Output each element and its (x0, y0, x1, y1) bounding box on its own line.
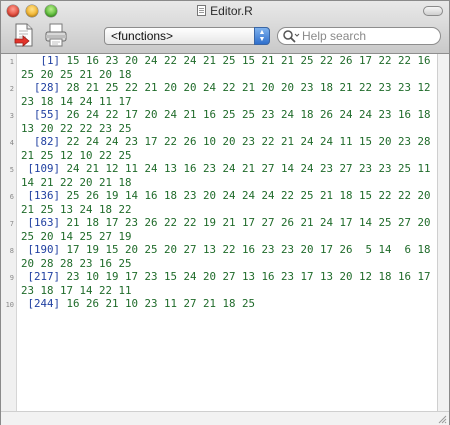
vector-values: 23 18 14 24 11 17 (21, 94, 132, 108)
window-title: Editor.R (1, 4, 449, 18)
vector-index: [163] (21, 216, 61, 229)
line-number: 10 (5, 301, 14, 309)
help-search-placeholder: Help search (302, 29, 367, 43)
vector-values: 21 25 12 10 22 25 (21, 148, 132, 162)
vector-values: 23 18 17 14 22 11 (21, 283, 132, 297)
vector-values: 26 24 22 17 20 24 21 16 25 25 23 24 18 2… (66, 108, 435, 121)
vector-values: 23 10 19 17 23 15 24 20 27 13 16 23 17 1… (66, 270, 435, 283)
vector-values: 14 21 22 20 21 18 (21, 175, 132, 189)
code-line: [28] 28 21 25 22 21 20 20 24 22 21 20 20… (21, 81, 435, 95)
print-button[interactable] (43, 21, 69, 49)
printer-icon (45, 23, 67, 47)
vector-index: [136] (21, 189, 61, 202)
vector-values: 16 26 21 10 23 11 27 21 18 25 (66, 297, 256, 310)
status-bar (1, 411, 449, 425)
editor-window: Editor.R <functions> ▲ ▼ Help search 1 2… (0, 0, 450, 425)
source-script-button[interactable] (11, 21, 37, 49)
code-line-continuation: 21 25 13 24 18 22 (21, 203, 435, 217)
vector-values: 15 16 23 20 24 22 24 21 25 15 21 21 25 2… (66, 54, 435, 67)
vector-index: [244] (21, 297, 61, 310)
vector-index: [82] (21, 135, 61, 148)
search-icon (283, 30, 300, 43)
line-number: 3 (9, 112, 14, 120)
code-text[interactable]: [1] 15 16 23 20 24 22 24 21 25 15 21 21 … (21, 54, 435, 311)
source-script-icon (14, 23, 33, 47)
line-number: 8 (9, 247, 14, 255)
code-line-continuation: 23 18 14 24 11 17 (21, 95, 435, 109)
code-line: [163] 21 18 17 23 26 22 22 19 21 17 27 2… (21, 216, 435, 230)
vector-values: 21 25 13 24 18 22 (21, 202, 132, 216)
code-line: [217] 23 10 19 17 23 15 24 20 27 13 16 2… (21, 270, 435, 284)
select-stepper-icon: ▲ ▼ (254, 27, 270, 45)
line-number-gutter: 1 2 3 4 5 6 7 8 9 10 (1, 54, 17, 411)
vector-index: [190] (21, 243, 61, 256)
code-line: [82] 22 24 24 23 17 22 26 10 20 23 22 21… (21, 135, 435, 149)
code-line: [55] 26 24 22 17 20 24 21 16 25 25 23 24… (21, 108, 435, 122)
vector-index: [217] (21, 270, 61, 283)
line-number: 1 (9, 58, 14, 66)
resize-grip-icon[interactable] (437, 414, 447, 424)
line-number: 2 (9, 85, 14, 93)
code-line-continuation: 21 25 12 10 22 25 (21, 149, 435, 163)
vector-values: 25 20 14 25 27 19 (21, 229, 132, 243)
vector-values: 24 21 12 11 24 13 16 23 24 21 27 14 24 2… (66, 162, 435, 175)
line-number: 6 (9, 193, 14, 201)
line-number: 9 (9, 274, 14, 282)
window-title-text: Editor.R (210, 4, 253, 18)
code-line: [1] 15 16 23 20 24 22 24 21 25 15 21 21 … (21, 54, 435, 68)
document-icon (197, 5, 207, 16)
vector-values: 28 21 25 22 21 20 20 24 22 21 20 20 23 1… (66, 81, 435, 94)
vector-values: 21 18 17 23 26 22 22 19 21 17 27 26 21 2… (66, 216, 435, 229)
window-toolbar: Editor.R <functions> ▲ ▼ Help search (1, 1, 449, 54)
editor-area[interactable]: 1 2 3 4 5 6 7 8 9 10 [1] 15 16 23 20 24 22 24 21 … (1, 54, 437, 411)
code-line-continuation: 25 20 25 21 20 18 (21, 68, 435, 82)
line-number: 5 (9, 166, 14, 174)
vector-index: [1] (21, 54, 61, 67)
line-number: 4 (9, 139, 14, 147)
vector-index: [109] (21, 162, 61, 175)
vector-index: [55] (21, 108, 61, 121)
vector-values: 20 28 28 23 16 25 (21, 256, 132, 270)
vector-values: 13 20 22 22 23 25 (21, 121, 132, 135)
help-search-field[interactable]: Help search (277, 27, 441, 45)
code-line-continuation: 20 28 28 23 16 25 (21, 257, 435, 271)
code-line: [109] 24 21 12 11 24 13 16 23 24 21 27 1… (21, 162, 435, 176)
code-line: [244] 16 26 21 10 23 11 27 21 18 25 (21, 297, 435, 311)
toolbar-toggle-button[interactable] (423, 6, 443, 16)
code-line-continuation: 13 20 22 22 23 25 (21, 122, 435, 136)
vector-values: 25 26 19 14 16 18 23 20 24 24 24 22 25 2… (66, 189, 435, 202)
code-line: [190] 17 19 15 20 25 20 27 13 22 16 23 2… (21, 243, 435, 257)
vector-values: 17 19 15 20 25 20 27 13 22 16 23 23 20 1… (66, 243, 435, 256)
vector-index: [28] (21, 81, 61, 94)
vector-values: 22 24 24 23 17 22 26 10 20 23 22 21 24 2… (66, 135, 435, 148)
code-line-continuation: 14 21 22 20 21 18 (21, 176, 435, 190)
code-line-continuation: 23 18 17 14 22 11 (21, 284, 435, 298)
line-number: 7 (9, 220, 14, 228)
vector-values: 25 20 25 21 20 18 (21, 67, 132, 81)
code-line: [136] 25 26 19 14 16 18 23 20 24 24 24 2… (21, 189, 435, 203)
vertical-scrollbar[interactable] (437, 54, 449, 411)
code-line-continuation: 25 20 14 25 27 19 (21, 230, 435, 244)
functions-select-value: <functions> (111, 29, 174, 43)
functions-select[interactable]: <functions> ▲ ▼ (104, 27, 270, 45)
